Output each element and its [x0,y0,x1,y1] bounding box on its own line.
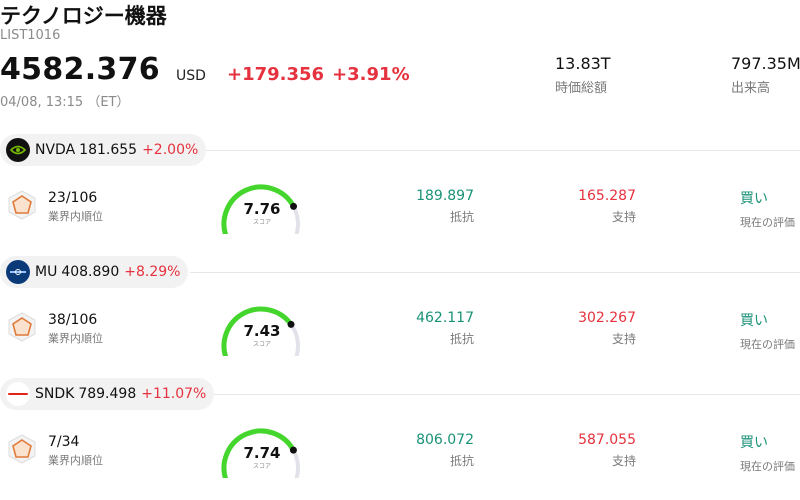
market-cap-stat: 13.83T 時価総額 [555,54,611,96]
stock-section: NVDA 181.655 +2.00% 23/106 業界内順位 7.76 スコ… [0,134,800,256]
evaluation: 買い 現在の評価 [740,432,795,474]
industry-rank: 23/106 [48,190,98,206]
stock-change: +2.00% [142,142,199,158]
currency-label: USD [176,68,206,84]
support-value: 302.267 [578,310,636,326]
score-value: 7.76 [243,200,281,218]
rating-value[interactable]: 買い [740,432,795,452]
stock-symbol: NVDA [35,142,76,158]
resistance-value: 462.117 [416,310,474,326]
stock-section: MU 408.890 +8.29% 38/106 業界内順位 7.43 スコア … [0,256,800,378]
market-cap-label: 時価総額 [555,81,608,96]
support-value: 165.287 [578,188,636,204]
volume-value: 797.35M [731,54,800,73]
support: 587.055 支持 [552,432,636,469]
rating-value[interactable]: 買い [740,310,795,330]
industry-rank: 7/34 [48,434,80,450]
index-code: LIST1016 [0,28,61,43]
stock-change: +11.07% [141,386,207,402]
stock-pill[interactable]: MU 408.890 +8.29% [0,256,189,288]
resistance-label: 抵抗 [449,332,474,346]
rating-label: 現在の評価 [740,460,795,473]
change-value: +179.356 [227,64,325,85]
resistance: 806.072 抵抗 [390,432,474,469]
rating-value[interactable]: 買い [740,188,795,208]
support-label: 支持 [611,454,636,468]
index-price: 4582.376 [0,52,160,87]
support-value: 587.055 [578,432,636,448]
price-change: +179.356 +3.91% [227,64,410,85]
rank-hexagon-icon [8,434,36,464]
support: 165.287 支持 [552,188,636,225]
resistance-value: 806.072 [416,432,474,448]
score-value: 7.74 [243,444,281,462]
stock-price: 181.655 [79,142,138,158]
stock-change: +8.29% [124,264,181,280]
sandisk-logo-icon [6,382,30,406]
stock-symbol: MU [35,264,58,280]
evaluation: 買い 現在の評価 [740,188,795,230]
stock-pill[interactable]: NVDA 181.655 +2.00% [0,134,207,166]
resistance: 189.897 抵抗 [390,188,474,225]
change-percent: +3.91% [332,64,410,85]
industry-rank-label: 業界内順位 [48,332,103,345]
rank-hexagon-icon [8,312,36,342]
stock-price: 408.890 [61,264,120,280]
divider [190,150,800,151]
volume-stat: 797.35M 出来高 [731,54,800,96]
stock-price: 789.498 [78,386,137,402]
support-label: 支持 [611,210,636,224]
divider [214,394,800,395]
score-value: 7.43 [243,322,281,340]
score-label: スコア [252,341,271,348]
support: 302.267 支持 [552,310,636,347]
score-label: スコア [252,463,271,470]
micron-logo-icon [6,260,30,284]
evaluation: 買い 現在の評価 [740,310,795,352]
industry-rank-label: 業界内順位 [48,454,103,467]
resistance-value: 189.897 [416,188,474,204]
rating-label: 現在の評価 [740,338,795,351]
nvidia-logo-icon [6,138,30,162]
page-title: テクノロジー機器 [0,4,167,28]
timestamp: 04/08, 13:15 （ET） [0,95,130,110]
resistance-label: 抵抗 [449,210,474,224]
divider [190,272,800,273]
score-label: スコア [252,219,271,226]
volume-label: 出来高 [731,81,771,96]
rank-hexagon-icon [8,190,36,220]
stock-pill[interactable]: SNDK 789.498 +11.07% [0,378,215,410]
support-label: 支持 [611,332,636,346]
industry-rank: 38/106 [48,312,98,328]
resistance-label: 抵抗 [449,454,474,468]
stock-symbol: SNDK [35,386,75,402]
industry-rank-label: 業界内順位 [48,210,103,223]
rating-label: 現在の評価 [740,216,795,229]
stock-section: SNDK 789.498 +11.07% 7/34 業界内順位 7.74 スコア… [0,378,800,500]
resistance: 462.117 抵抗 [390,310,474,347]
market-cap-value: 13.83T [555,54,611,73]
